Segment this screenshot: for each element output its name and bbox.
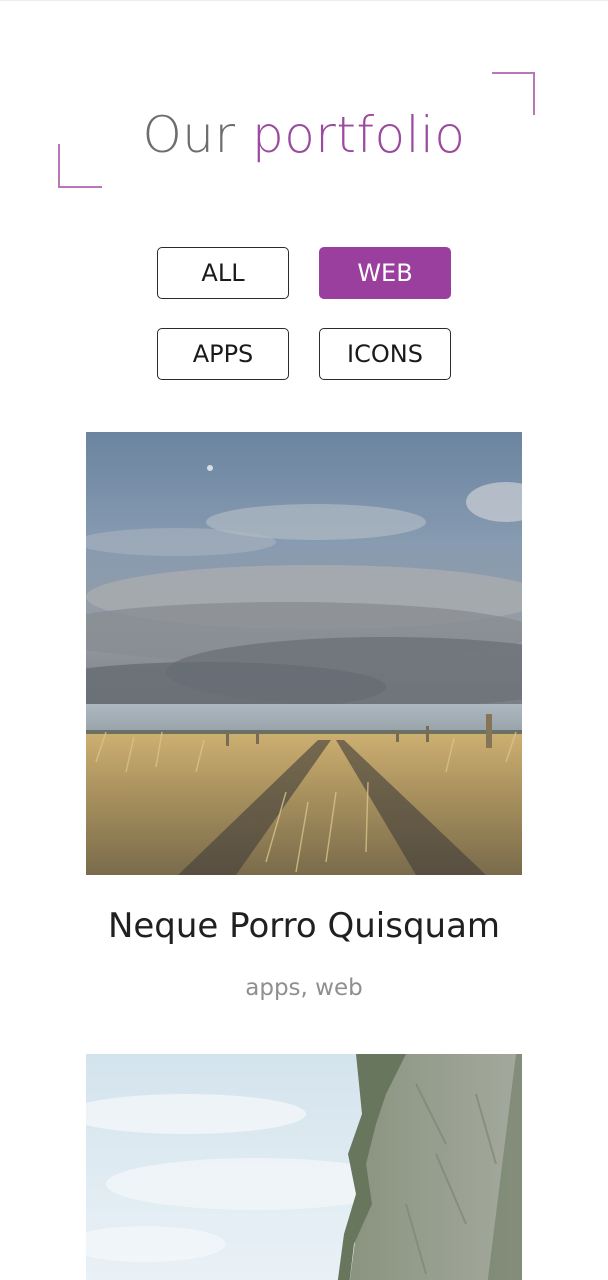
portfolio-item-image-2[interactable]	[86, 1054, 522, 1280]
portfolio-item-image[interactable]	[86, 432, 522, 875]
filter-all-button[interactable]: ALL	[157, 247, 289, 299]
filter-web-button[interactable]: WEB	[319, 247, 451, 299]
filter-apps-button[interactable]: APPS	[157, 328, 289, 380]
sky-cliff-photo	[86, 1054, 522, 1280]
filter-icons-button[interactable]: ICONS	[319, 328, 451, 380]
title-word-our: Our	[142, 106, 236, 164]
portfolio-item-tags: apps, web	[245, 975, 363, 1001]
field-path-photo	[86, 432, 522, 875]
title-word-portfolio: portfolio	[251, 106, 466, 164]
page-title: Our portfolio	[0, 100, 608, 170]
portfolio-item-title[interactable]: Neque Porro Quisquam	[0, 902, 608, 950]
portfolio-page: Our portfolio ALL WEB APPS ICONS Neque P…	[0, 0, 608, 1280]
top-divider	[0, 0, 608, 1]
